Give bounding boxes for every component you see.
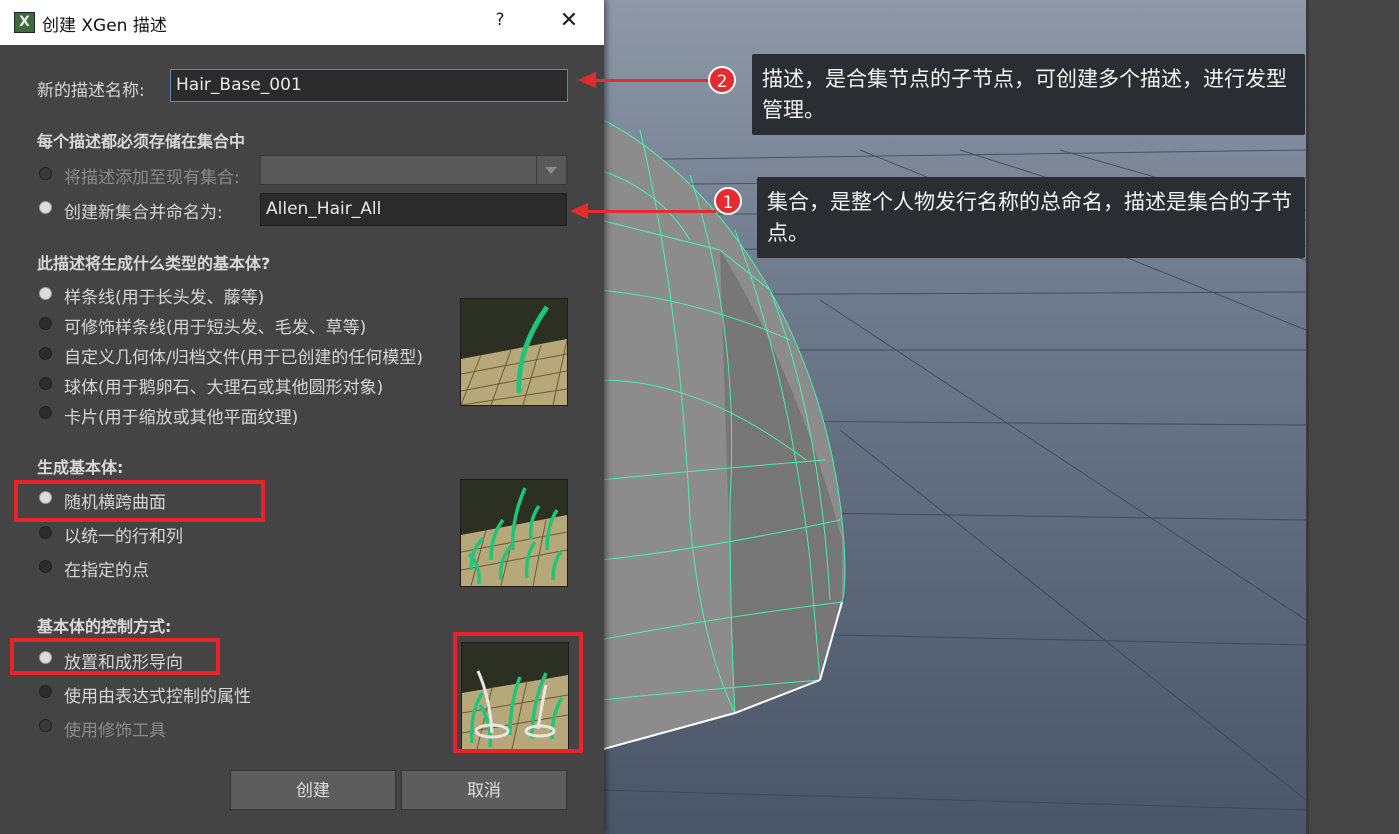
chevron-down-icon	[545, 167, 557, 174]
generate-option-label: 在指定的点	[64, 561, 149, 581]
control-option-label: 使用修饰工具	[64, 721, 166, 741]
close-icon[interactable]: ✕	[556, 8, 582, 33]
radio-grooming-tools[interactable]	[39, 719, 52, 732]
annotation-callout-description: 描述，是合集节点的子节点，可创建多个描述，进行发型管理。	[752, 54, 1305, 135]
collection-section-header: 每个描述都必须存储在集合中	[37, 132, 246, 151]
annotation-callout-collection: 集合，是整个人物发行名称的总命名，描述是集合的子节点。	[757, 177, 1305, 258]
radio-uniform-rows-columns[interactable]	[39, 526, 52, 539]
create-button[interactable]: 创建	[230, 770, 396, 810]
radio-create-new-collection[interactable]	[39, 201, 52, 214]
radio-expression-attributes[interactable]	[39, 685, 52, 698]
radio-add-existing-collection[interactable]	[39, 167, 52, 180]
random-distribution-preview-image	[460, 479, 568, 587]
add-existing-collection-label: 将描述添加至现有集合:	[64, 168, 240, 188]
generate-primitives-header: 生成基本体:	[37, 458, 124, 477]
radio-primitive-spheres[interactable]	[39, 377, 52, 390]
description-name-input[interactable]: Hair_Base_001	[170, 69, 568, 102]
annotation-arrow-line	[594, 79, 710, 82]
xgen-app-icon: X	[14, 12, 35, 33]
highlight-box-guides-preview	[453, 632, 583, 753]
cancel-button[interactable]: 取消	[401, 770, 567, 810]
new-collection-name-input[interactable]: Allen_Hair_All	[260, 193, 567, 226]
description-name-label: 新的描述名称:	[37, 81, 145, 101]
annotation-arrow-line	[586, 210, 716, 213]
highlight-box-placing-guides	[10, 638, 220, 675]
primitive-option-label: 卡片(用于缩放或其他平面纹理)	[64, 408, 299, 428]
primitive-option-label: 样条线(用于长头发、藤等)	[64, 288, 265, 308]
radio-primitive-groomable-splines[interactable]	[39, 317, 52, 330]
primitive-option-label: 球体(用于鹅卵石、大理石或其他圆形对象)	[64, 378, 384, 398]
dropdown-box	[536, 156, 566, 184]
help-button[interactable]: ?	[490, 10, 510, 30]
dialog-title: 创建 XGen 描述	[42, 16, 167, 36]
control-option-label: 使用由表达式控制的属性	[64, 687, 251, 707]
primitive-option-label: 可修饰样条线(用于短头发、毛发、草等)	[64, 318, 367, 338]
radio-primitive-cards[interactable]	[39, 406, 52, 419]
spline-preview-image	[460, 298, 568, 406]
primitive-type-header: 此描述将生成什么类型的基本体?	[37, 254, 271, 273]
title-bar[interactable]: X 创建 XGen 描述 ? ✕	[0, 0, 604, 45]
highlight-box-random-across-surface	[14, 480, 265, 522]
radio-primitive-custom-geometry[interactable]	[39, 347, 52, 360]
existing-collection-dropdown[interactable]	[260, 155, 567, 185]
radio-at-specified-points[interactable]	[39, 560, 52, 573]
primitive-option-label: 自定义几何体/归档文件(用于已创建的任何模型)	[64, 348, 423, 368]
control-method-header: 基本体的控制方式:	[37, 617, 172, 636]
radio-primitive-splines[interactable]	[39, 287, 52, 300]
create-new-collection-label: 创建新集合并命名为:	[64, 203, 223, 223]
side-panel-strip	[1306, 0, 1399, 834]
create-xgen-description-dialog: X 创建 XGen 描述 ? ✕ 新的描述名称: Hair_Base_001 每…	[0, 0, 604, 834]
annotation-badge: 1	[714, 187, 742, 215]
annotation-badge: 2	[708, 66, 736, 94]
generate-option-label: 以统一的行和列	[64, 527, 183, 547]
